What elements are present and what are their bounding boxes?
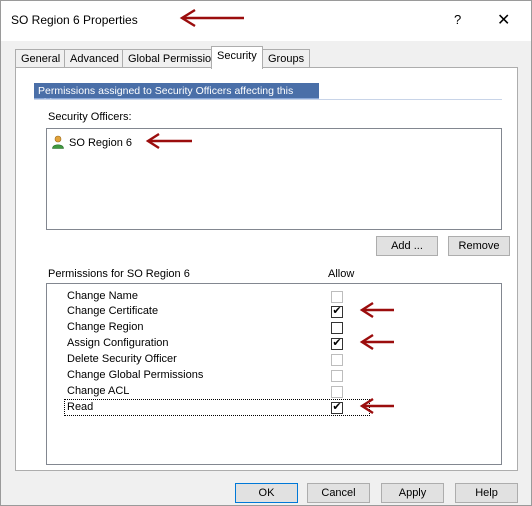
list-item[interactable]: SO Region 6 (51, 135, 132, 151)
remove-button[interactable]: Remove (448, 236, 510, 256)
allow-checkbox[interactable] (331, 354, 343, 366)
help-title-button[interactable]: ? (454, 12, 461, 27)
checkmark-icon: ✔ (332, 337, 342, 349)
security-officers-label: Security Officers: (48, 111, 132, 123)
user-icon (51, 135, 65, 152)
annotation-arrow-icon (145, 132, 192, 150)
allow-checkbox[interactable]: ✔ (331, 337, 343, 350)
annotation-arrow-icon (359, 397, 394, 415)
cancel-button[interactable]: Cancel (307, 483, 370, 503)
permission-row-change-acl: Change ACL (65, 384, 369, 399)
help-button[interactable]: Help (455, 483, 518, 503)
add-button[interactable]: Add ... (376, 236, 438, 256)
close-button[interactable]: ✕ (497, 10, 510, 30)
permission-row-change-region: Change Region (65, 320, 369, 335)
permissions-list[interactable]: Change Name Change Certificate ✔ Change … (46, 283, 502, 465)
allow-checkbox[interactable] (331, 291, 343, 303)
allow-checkbox[interactable] (331, 386, 343, 398)
permission-row-assign-configuration: Assign Configuration ✔ (65, 336, 369, 351)
properties-dialog: SO Region 6 Properties ? ✕ General Advan… (0, 0, 532, 506)
allow-checkbox[interactable]: ✔ (331, 305, 343, 318)
officer-name: SO Region 6 (69, 137, 132, 149)
permissions-banner: Permissions assigned to Security Officer… (34, 83, 319, 109)
allow-checkbox[interactable]: ✔ (331, 401, 343, 414)
permission-name: Read (67, 401, 94, 413)
permission-name: Assign Configuration (67, 337, 169, 349)
security-tab-panel: Permissions assigned to Security Officer… (15, 67, 518, 471)
permission-name: Delete Security Officer (67, 353, 177, 365)
permission-name: Change Region (67, 321, 144, 333)
annotation-arrow-icon (359, 333, 394, 351)
security-officers-list[interactable]: SO Region 6 (46, 128, 502, 230)
title-bar: SO Region 6 Properties ? ✕ (1, 1, 531, 41)
permission-name: Change ACL (67, 385, 130, 397)
permission-row-read: Read ✔ (64, 399, 370, 416)
tab-security[interactable]: Security (211, 46, 263, 69)
tab-groups[interactable]: Groups (262, 49, 311, 68)
annotation-arrow-icon (179, 8, 244, 28)
permission-row-delete-security-officer: Delete Security Officer (65, 352, 369, 367)
ok-button[interactable]: OK (235, 483, 298, 503)
checkmark-icon: ✔ (332, 401, 342, 413)
permission-row-change-name: Change Name (65, 289, 369, 304)
permissions-label: Permissions for SO Region 6 (48, 268, 190, 280)
window-title: SO Region 6 Properties (11, 13, 138, 27)
banner-divider (34, 99, 502, 100)
permission-row-change-certificate: Change Certificate ✔ (65, 304, 369, 319)
allow-checkbox[interactable] (331, 370, 343, 382)
permission-row-change-global-permissions: Change Global Permissions (65, 368, 369, 383)
checkmark-icon: ✔ (332, 305, 342, 317)
allow-column-header: Allow (328, 268, 355, 280)
permission-name: Change Name (67, 290, 138, 302)
permission-name: Change Certificate (67, 305, 159, 317)
apply-button[interactable]: Apply (381, 483, 444, 503)
tab-advanced[interactable]: Advanced (64, 49, 125, 68)
allow-checkbox[interactable] (331, 322, 343, 334)
tab-general[interactable]: General (15, 49, 67, 68)
annotation-arrow-icon (359, 301, 394, 319)
permission-name: Change Global Permissions (67, 369, 204, 381)
